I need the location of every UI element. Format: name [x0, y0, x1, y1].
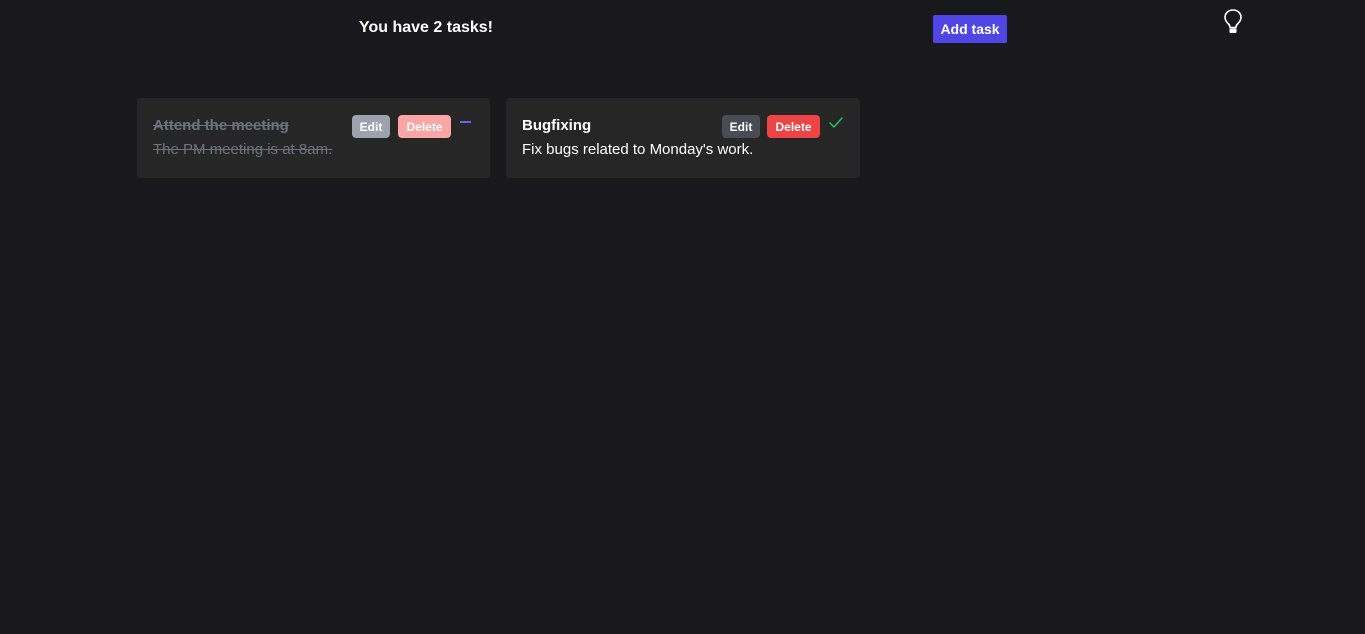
task-title: Attend the meeting	[153, 117, 289, 134]
check-icon[interactable]	[827, 114, 845, 132]
task-card: Bugfixing Fix bugs related to Monday's w…	[506, 98, 860, 178]
task-description: Fix bugs related to Monday's work.	[522, 141, 754, 158]
minus-icon[interactable]	[457, 114, 475, 132]
task-description: The PM meeting is at 8am.	[153, 141, 333, 158]
add-task-button[interactable]: Add task	[933, 15, 1007, 43]
edit-button[interactable]: Edit	[722, 115, 760, 138]
task-card: Attend the meeting The PM meeting is at …	[137, 98, 490, 178]
delete-button[interactable]: Delete	[767, 115, 820, 138]
app-root: You have 2 tasks! Add task Attend the me…	[0, 0, 1365, 634]
task-title: Bugfixing	[522, 117, 592, 134]
delete-button[interactable]: Delete	[398, 115, 451, 138]
lightbulb-icon[interactable]	[1222, 8, 1244, 34]
edit-button[interactable]: Edit	[352, 115, 390, 138]
task-count-heading: You have 2 tasks!	[359, 19, 493, 36]
